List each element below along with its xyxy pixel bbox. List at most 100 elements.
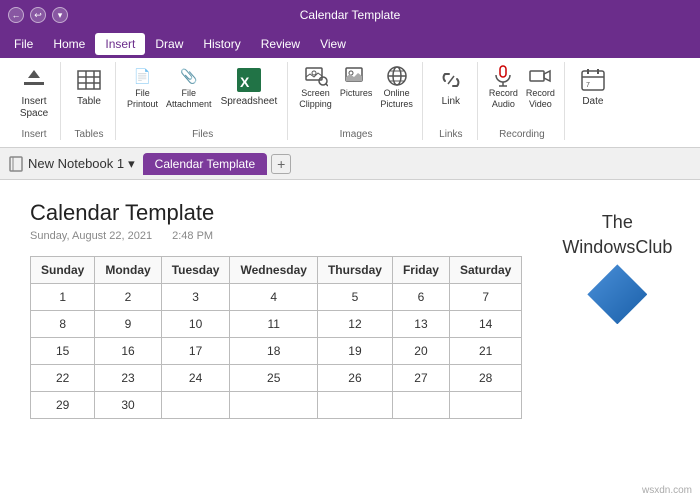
calendar-cell[interactable]: 28 [449,365,521,392]
menu-view[interactable]: View [310,33,356,55]
pictures-button[interactable]: Pictures [337,62,376,101]
record-audio-icon [491,64,515,88]
insert-space-button[interactable]: Insert Space [14,62,54,122]
notebook-dropdown-icon[interactable]: ▾ [128,156,135,172]
date-button[interactable]: 7 Date [573,62,613,110]
file-printout-label: FilePrintout [127,88,158,110]
notebook-add-tab-button[interactable]: + [271,154,291,174]
calendar-cell[interactable]: 12 [317,311,392,338]
content-area: Calendar Template Sunday, August 22, 202… [0,180,700,500]
online-pictures-label: OnlinePictures [380,88,413,110]
back-button[interactable]: ← [8,7,24,23]
ribbon-group-links: Link Links [425,62,478,140]
notebook-name-text: New Notebook 1 [28,156,124,171]
ribbon-group-links-label: Links [439,129,462,140]
menu-review[interactable]: Review [251,33,310,55]
calendar-row-1: 891011121314 [31,311,522,338]
title-bar: ← ↩ ▾ Calendar Template [0,0,700,30]
table-icon [73,64,105,96]
date-icon: 7 [577,64,609,96]
svg-text:7: 7 [586,82,590,89]
table-label: Table [77,96,101,108]
table-button[interactable]: Table [69,62,109,110]
app-title: Calendar Template [300,8,401,22]
notebook-bar: New Notebook 1 ▾ Calendar Template + [0,148,700,180]
calendar-cell[interactable]: 16 [95,338,161,365]
ribbon-group-tables: Table Tables [63,62,116,140]
record-video-button[interactable]: RecordVideo [523,62,558,112]
calendar-cell[interactable]: 19 [317,338,392,365]
watermark: wsxdn.com [642,485,692,496]
svg-text:X: X [240,74,250,90]
calendar-cell[interactable]: 3 [161,284,230,311]
calendar-cell[interactable]: 17 [161,338,230,365]
calendar-cell[interactable]: 26 [317,365,392,392]
menu-history[interactable]: History [193,33,250,55]
menu-home[interactable]: Home [43,33,95,55]
calendar-cell[interactable]: 7 [449,284,521,311]
calendar-cell[interactable]: 24 [161,365,230,392]
ribbon-group-files-label: Files [192,129,213,140]
file-printout-button[interactable]: 📄 FilePrintout [124,62,161,112]
ribbon-group-insert-label: Insert [21,129,46,140]
calendar-cell[interactable] [317,392,392,419]
online-pictures-icon [385,64,409,88]
pictures-icon [344,64,368,88]
undo-button[interactable]: ↩ [30,7,46,23]
spreadsheet-button[interactable]: X Spreadsheet [217,62,282,110]
logo-area: The WindowsClub [542,200,692,480]
calendar-cell[interactable]: 15 [31,338,95,365]
calendar-cell[interactable]: 4 [230,284,317,311]
calendar-cell[interactable]: 13 [392,311,449,338]
logo-text: The WindowsClub [562,210,672,260]
calendar-cell[interactable] [230,392,317,419]
calendar-cell[interactable]: 21 [449,338,521,365]
calendar-cell[interactable] [161,392,230,419]
calendar-cell[interactable]: 2 [95,284,161,311]
calendar-cell[interactable]: 8 [31,311,95,338]
calendar-cell[interactable]: 11 [230,311,317,338]
calendar-cell[interactable]: 27 [392,365,449,392]
calendar-header-wednesday: Wednesday [230,257,317,284]
pictures-label: Pictures [340,88,373,99]
calendar-cell[interactable] [392,392,449,419]
file-attachment-button[interactable]: 📎 FileAttachment [163,62,215,112]
calendar-cell[interactable]: 25 [230,365,317,392]
calendar-cell[interactable]: 23 [95,365,161,392]
link-button[interactable]: Link [431,62,471,110]
menu-draw[interactable]: Draw [145,33,193,55]
record-audio-button[interactable]: RecordAudio [486,62,521,112]
calendar-cell[interactable]: 22 [31,365,95,392]
calendar-row-4: 2930 [31,392,522,419]
ribbon-group-date: 7 Date x [567,62,619,140]
logo-line1: The [562,210,672,235]
record-video-icon [528,64,552,88]
notebook-active-tab[interactable]: Calendar Template [143,153,268,175]
online-pictures-button[interactable]: OnlinePictures [377,62,416,112]
screen-clipping-button[interactable]: ScreenClipping [296,62,335,112]
calendar-cell[interactable]: 20 [392,338,449,365]
calendar-cell[interactable] [449,392,521,419]
menu-insert[interactable]: Insert [95,33,145,55]
calendar-row-2: 15161718192021 [31,338,522,365]
calendar-row-0: 1234567 [31,284,522,311]
page-title: Calendar Template [30,200,522,226]
link-label: Link [442,96,460,108]
calendar-cell[interactable]: 30 [95,392,161,419]
ribbon-group-images-label: Images [340,129,373,140]
insert-space-label: Insert Space [20,96,48,120]
calendar-cell[interactable]: 9 [95,311,161,338]
record-video-label: RecordVideo [526,88,555,110]
calendar-cell[interactable]: 10 [161,311,230,338]
menu-file[interactable]: File [4,33,43,55]
calendar-cell[interactable]: 29 [31,392,95,419]
calendar-cell[interactable]: 5 [317,284,392,311]
calendar-cell[interactable]: 1 [31,284,95,311]
ribbon-group-tables-label: Tables [75,129,104,140]
calendar-row-3: 22232425262728 [31,365,522,392]
pin-button[interactable]: ▾ [52,7,68,23]
calendar-cell[interactable]: 6 [392,284,449,311]
calendar-cell[interactable]: 18 [230,338,317,365]
calendar-cell[interactable]: 14 [449,311,521,338]
notebook-name[interactable]: New Notebook 1 ▾ [8,156,135,172]
